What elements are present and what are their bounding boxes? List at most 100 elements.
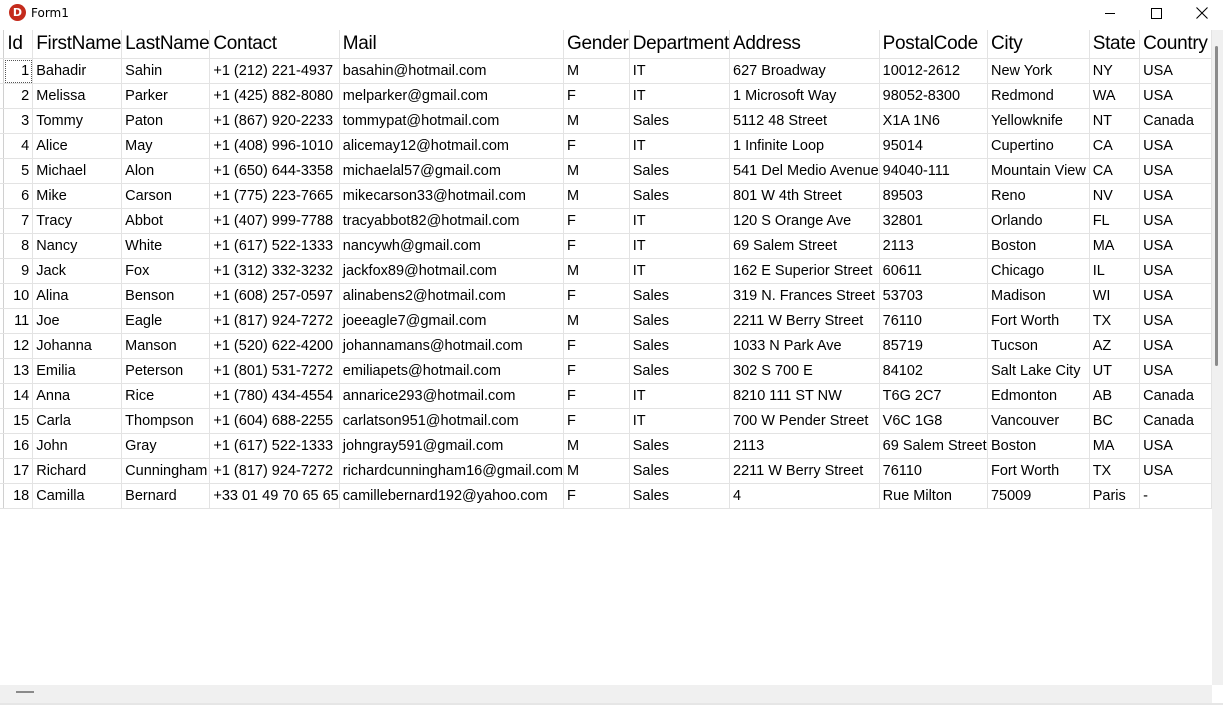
cell-mail[interactable]: melparker@gmail.com (339, 83, 565, 109)
table-row[interactable]: 15 Carla Thompson +1 (604) 688-2255 carlatso… (0, 408, 1212, 434)
column-header-firstname[interactable]: FirstName (32, 30, 123, 59)
cell-country[interactable]: Canada (1139, 108, 1212, 134)
column-header-gender[interactable]: Gender (563, 30, 630, 59)
cell-mail[interactable]: tommypat@hotmail.com (339, 108, 565, 134)
cell-firstname[interactable]: Michael (32, 158, 123, 184)
cell-state[interactable]: AZ (1089, 333, 1141, 359)
column-header-country[interactable]: Country (1139, 30, 1212, 59)
cell-postalcode[interactable]: Rue Milton (879, 483, 988, 509)
cell-id[interactable]: 1 (3, 58, 34, 84)
cell-country[interactable]: USA (1139, 208, 1212, 234)
cell-department[interactable]: IT (629, 133, 731, 159)
table-row[interactable]: 6 Mike Carson +1 (775) 223-7665 mikecarson33… (0, 183, 1212, 209)
cell-state[interactable]: MA (1089, 233, 1141, 259)
cell-city[interactable]: Chicago (987, 258, 1090, 284)
cell-firstname[interactable]: Melissa (32, 83, 123, 109)
cell-mail[interactable]: basahin@hotmail.com (339, 58, 565, 84)
cell-state[interactable]: WI (1089, 283, 1141, 309)
cell-address[interactable]: 1 Infinite Loop (729, 133, 880, 159)
vertical-scroll-thumb[interactable] (1215, 46, 1218, 366)
row-header-cell[interactable] (0, 208, 5, 234)
cell-firstname[interactable]: Richard (32, 458, 123, 484)
cell-gender[interactable]: F (563, 408, 630, 434)
cell-country[interactable]: USA (1139, 158, 1212, 184)
cell-country[interactable]: USA (1139, 133, 1212, 159)
cell-address[interactable]: 801 W 4th Street (729, 183, 880, 209)
row-header-cell[interactable] (0, 433, 5, 459)
cell-contact[interactable]: +1 (520) 622-4200 (209, 333, 340, 359)
cell-country[interactable]: Canada (1139, 408, 1212, 434)
cell-state[interactable]: FL (1089, 208, 1141, 234)
cell-department[interactable]: IT (629, 83, 731, 109)
cell-country[interactable]: USA (1139, 183, 1212, 209)
cell-id[interactable]: 6 (3, 183, 34, 209)
cell-gender[interactable]: M (563, 308, 630, 334)
cell-department[interactable]: Sales (629, 108, 731, 134)
cell-contact[interactable]: +1 (817) 924-7272 (209, 308, 340, 334)
cell-postalcode[interactable]: 53703 (879, 283, 988, 309)
cell-address[interactable]: 8210 111 ST NW (729, 383, 880, 409)
cell-mail[interactable]: emiliapets@hotmail.com (339, 358, 565, 384)
cell-department[interactable]: Sales (629, 283, 731, 309)
table-row[interactable]: 1 Bahadir Sahin +1 (212) 221-4937 basahin@ho… (0, 58, 1212, 84)
cell-id[interactable]: 15 (3, 408, 34, 434)
cell-address[interactable]: 2211 W Berry Street (729, 308, 880, 334)
column-header-contact[interactable]: Contact (209, 30, 340, 59)
close-button[interactable] (1179, 0, 1223, 26)
cell-city[interactable]: New York (987, 58, 1090, 84)
cell-city[interactable]: Redmond (987, 83, 1090, 109)
cell-lastname[interactable]: Abbot (121, 208, 211, 234)
cell-id[interactable]: 7 (3, 208, 34, 234)
cell-department[interactable]: Sales (629, 158, 731, 184)
cell-department[interactable]: Sales (629, 458, 731, 484)
row-header-cell[interactable] (0, 233, 5, 259)
row-header-cell[interactable] (0, 83, 5, 109)
cell-lastname[interactable]: Peterson (121, 358, 211, 384)
cell-mail[interactable]: johngray591@gmail.com (339, 433, 565, 459)
cell-postalcode[interactable]: 10012-2612 (879, 58, 988, 84)
cell-address[interactable]: 162 E Superior Street (729, 258, 880, 284)
cell-department[interactable]: Sales (629, 333, 731, 359)
column-header-mail[interactable]: Mail (339, 30, 565, 59)
cell-id[interactable]: 11 (3, 308, 34, 334)
cell-contact[interactable]: +1 (408) 996-1010 (209, 133, 340, 159)
cell-country[interactable]: USA (1139, 333, 1212, 359)
cell-mail[interactable]: alicemay12@hotmail.com (339, 133, 565, 159)
cell-address[interactable]: 120 S Orange Ave (729, 208, 880, 234)
cell-state[interactable]: WA (1089, 83, 1141, 109)
cell-gender[interactable]: F (563, 233, 630, 259)
cell-gender[interactable]: F (563, 83, 630, 109)
cell-contact[interactable]: +1 (867) 920-2233 (209, 108, 340, 134)
table-row[interactable]: 2 Melissa Parker +1 (425) 882-8080 melparker… (0, 83, 1212, 109)
cell-id[interactable]: 4 (3, 133, 34, 159)
maximize-button[interactable] (1133, 0, 1179, 26)
cell-firstname[interactable]: Emilia (32, 358, 123, 384)
table-row[interactable]: 9 Jack Fox +1 (312) 332-3232 jackfox89@hotma… (0, 258, 1212, 284)
cell-firstname[interactable]: Anna (32, 383, 123, 409)
cell-firstname[interactable]: Tommy (32, 108, 123, 134)
cell-address[interactable]: 627 Broadway (729, 58, 880, 84)
cell-mail[interactable]: camillebernard192@yahoo.com (339, 483, 565, 509)
row-header-cell[interactable] (0, 258, 5, 284)
cell-city[interactable]: Vancouver (987, 408, 1090, 434)
cell-gender[interactable]: F (563, 208, 630, 234)
cell-firstname[interactable]: Camilla (32, 483, 123, 509)
cell-contact[interactable]: +1 (407) 999-7788 (209, 208, 340, 234)
column-header-city[interactable]: City (987, 30, 1090, 59)
cell-state[interactable]: CA (1089, 158, 1141, 184)
row-header-cell[interactable] (0, 308, 5, 334)
cell-city[interactable]: Fort Worth (987, 458, 1090, 484)
cell-country[interactable]: USA (1139, 83, 1212, 109)
cell-city[interactable]: Cupertino (987, 133, 1090, 159)
cell-address[interactable]: 319 N. Frances Street (729, 283, 880, 309)
cell-contact[interactable]: +1 (617) 522-1333 (209, 233, 340, 259)
cell-firstname[interactable]: Carla (32, 408, 123, 434)
corner-header-cell[interactable] (0, 30, 5, 59)
cell-department[interactable]: IT (629, 383, 731, 409)
row-header-cell[interactable] (0, 283, 5, 309)
cell-postalcode[interactable]: 94040-111 (879, 158, 988, 184)
cell-firstname[interactable]: Tracy (32, 208, 123, 234)
table-row[interactable]: 5 Michael Alon +1 (650) 644-3358 michaelal57… (0, 158, 1212, 184)
cell-firstname[interactable]: Alina (32, 283, 123, 309)
column-header-postalcode[interactable]: PostalCode (879, 30, 988, 59)
